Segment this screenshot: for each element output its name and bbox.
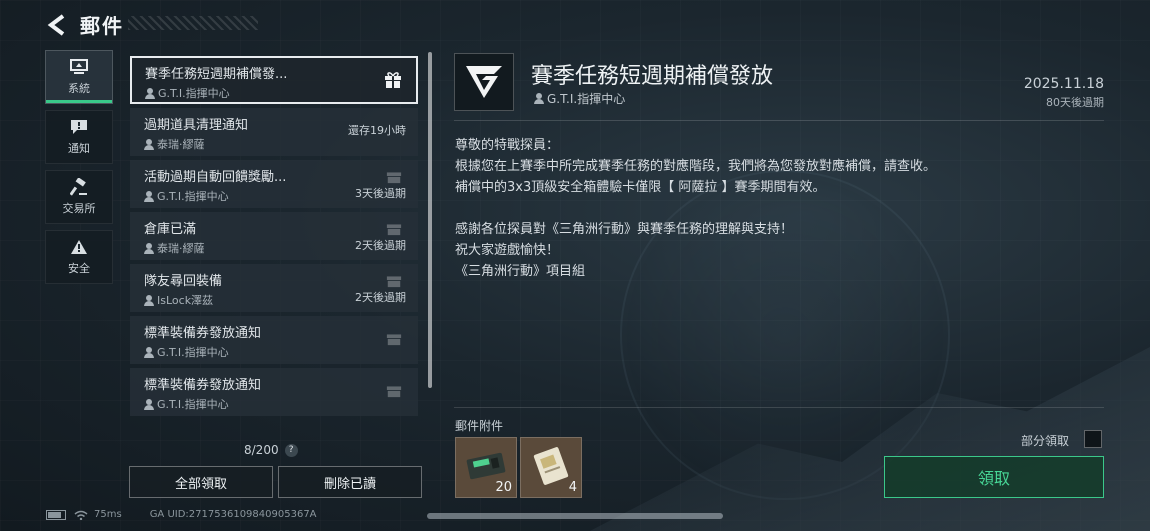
mail-list-scrollbar[interactable] bbox=[428, 52, 432, 388]
monitor-icon bbox=[69, 58, 89, 76]
person-icon bbox=[144, 294, 154, 306]
person-icon bbox=[145, 87, 155, 99]
gift-icon bbox=[386, 224, 402, 236]
mail-body-line: 感謝各位探員對《三角洲行動》與賽季任務的理解與支持！ bbox=[455, 222, 794, 237]
person-icon bbox=[144, 138, 154, 150]
mail-body-line: 《三角洲行動》項目組 bbox=[455, 264, 586, 279]
nav-label: 交易所 bbox=[62, 202, 96, 215]
gift-icon bbox=[386, 386, 402, 398]
gift-icon bbox=[385, 72, 401, 88]
nav-item-system[interactable]: 系統 bbox=[45, 50, 113, 104]
mail-sender: 泰瑞·繆薩 bbox=[144, 136, 404, 152]
mail-expiry: 還存19小時 bbox=[348, 124, 406, 137]
mail-sender-name: G.T.I.指揮中心 bbox=[158, 87, 230, 100]
mail-body-line: 根據您在上賽季中所完成賽季任務的對應階段，我們將為您發放對應補償，請查收。 bbox=[455, 159, 937, 174]
mail-title: 標準裝備券發放通知 bbox=[144, 378, 262, 393]
mail-sender: G.T.I.指揮中心 bbox=[144, 396, 404, 412]
horizontal-scrollbar[interactable] bbox=[427, 513, 723, 519]
mail-detail-expiry: 80天後過期 bbox=[1046, 96, 1104, 109]
person-icon bbox=[144, 398, 154, 410]
mail-detail-date: 2025.11.18 bbox=[1023, 76, 1104, 92]
mail-body-line: 祝大家遊戲愉快！ bbox=[455, 243, 560, 258]
warning-icon bbox=[69, 238, 89, 256]
divider bbox=[454, 407, 1104, 408]
mail-sender-name: G.T.I.指揮中心 bbox=[157, 190, 229, 203]
attachment-quantity: 20 bbox=[495, 480, 512, 495]
mail-count-value: 8/200 bbox=[244, 443, 279, 457]
mail-detail-sender-name: G.T.I.指揮中心 bbox=[547, 92, 626, 106]
mail-sender: G.T.I.指揮中心 bbox=[144, 344, 404, 360]
mail-body-line: 尊敬的特戰探員： bbox=[455, 138, 560, 153]
mail-title: 過期道具清理通知 bbox=[144, 118, 249, 133]
mail-body-line: 補償中的3x3頂級安全箱體驗卡僅限【 阿薩拉 】賽季期間有效。 bbox=[455, 180, 826, 195]
mail-expiry: 3天後過期 bbox=[355, 187, 406, 200]
mail-item[interactable]: 賽季任務短週期補償發... G.T.I.指揮中心 bbox=[130, 56, 418, 104]
hammer-icon bbox=[69, 178, 89, 196]
mail-item[interactable]: 活動過期自動回饋獎勵... G.T.I.指揮中心 3天後過期 bbox=[130, 160, 418, 208]
nav-label: 系統 bbox=[68, 82, 90, 95]
wifi-icon bbox=[74, 510, 88, 520]
mail-sender-name: 泰瑞·繆薩 bbox=[157, 242, 205, 255]
nav-item-security[interactable]: 安全 bbox=[45, 230, 113, 284]
mail-expiry: 2天後過期 bbox=[355, 291, 406, 304]
claim-all-button[interactable]: 全部領取 bbox=[129, 466, 273, 498]
divider bbox=[454, 120, 1104, 121]
back-arrow-icon bbox=[47, 13, 65, 36]
gti-logo-icon bbox=[466, 66, 502, 98]
page-title: 郵件 bbox=[80, 14, 124, 38]
gift-icon bbox=[386, 172, 402, 184]
attachments-label: 郵件附件 bbox=[455, 419, 504, 433]
mail-detail-sender: G.T.I.指揮中心 bbox=[534, 90, 625, 107]
mail-item[interactable]: 隊友尋回裝備 IsLock澤茲 2天後過期 bbox=[130, 264, 418, 312]
mail-sender-name: G.T.I.指揮中心 bbox=[157, 398, 229, 411]
claim-button[interactable]: 領取 bbox=[884, 456, 1104, 498]
mail-expiry: 2天後過期 bbox=[355, 239, 406, 252]
sender-logo bbox=[454, 53, 514, 111]
mail-count: 8/200 ? bbox=[244, 443, 298, 457]
mail-title: 隊友尋回裝備 bbox=[144, 274, 223, 289]
mail-title: 標準裝備券發放通知 bbox=[144, 326, 262, 341]
mail-title: 賽季任務短週期補償發... bbox=[145, 67, 288, 82]
back-button[interactable] bbox=[44, 12, 70, 38]
person-icon bbox=[144, 242, 154, 254]
person-icon bbox=[144, 190, 154, 202]
mail-item[interactable]: 標準裝備券發放通知 G.T.I.指揮中心 bbox=[130, 316, 418, 364]
mail-title: 倉庫已滿 bbox=[144, 222, 197, 237]
gift-icon bbox=[386, 276, 402, 288]
battery-icon bbox=[46, 509, 66, 520]
mail-sender-name: G.T.I.指揮中心 bbox=[157, 346, 229, 359]
delete-read-button[interactable]: 刪除已讀 bbox=[278, 466, 422, 498]
uid-text: GA UID:2717536109840905367A bbox=[149, 509, 317, 520]
nav-item-notice[interactable]: 通知 bbox=[45, 110, 113, 164]
header-decoration bbox=[128, 16, 258, 30]
help-icon[interactable]: ? bbox=[284, 443, 298, 457]
mail-sender-name: IsLock澤茲 bbox=[157, 294, 214, 307]
mail-sender-name: 泰瑞·繆薩 bbox=[157, 138, 205, 151]
attachment-quantity: 4 bbox=[568, 480, 577, 495]
nav-item-exchange[interactable]: 交易所 bbox=[45, 170, 113, 224]
nav-label: 通知 bbox=[68, 142, 90, 155]
person-icon bbox=[534, 93, 544, 104]
nav-label: 安全 bbox=[68, 262, 90, 275]
attachment-item[interactable]: 4 bbox=[520, 437, 582, 498]
mail-detail-title: 賽季任務短週期補償發放 bbox=[531, 64, 774, 89]
mail-list[interactable]: 賽季任務短週期補償發... G.T.I.指揮中心 過期道具清理通知 泰瑞·繆薩 … bbox=[130, 56, 420, 428]
partial-claim-label: 部分領取 bbox=[1021, 434, 1070, 448]
mail-item[interactable]: 倉庫已滿 泰瑞·繆薩 2天後過期 bbox=[130, 212, 418, 260]
mail-item[interactable]: 標準裝備券發放通知 G.T.I.指揮中心 bbox=[130, 368, 418, 416]
category-nav: 系統 通知 交易所 安全 bbox=[45, 50, 113, 290]
person-icon bbox=[144, 346, 154, 358]
mail-title: 活動過期自動回饋獎勵... bbox=[144, 170, 287, 185]
attachment-item[interactable]: 20 bbox=[455, 437, 517, 498]
mail-sender: G.T.I.指揮中心 bbox=[145, 85, 403, 101]
gift-icon bbox=[386, 334, 402, 346]
status-bar: 75ms GA UID:2717536109840905367A bbox=[46, 509, 317, 520]
notice-icon bbox=[69, 118, 89, 136]
header: 郵件 bbox=[44, 10, 124, 39]
mail-item[interactable]: 過期道具清理通知 泰瑞·繆薩 還存19小時 bbox=[130, 108, 418, 156]
ping-value: 75ms bbox=[94, 509, 122, 520]
partial-claim-checkbox[interactable] bbox=[1084, 430, 1102, 448]
